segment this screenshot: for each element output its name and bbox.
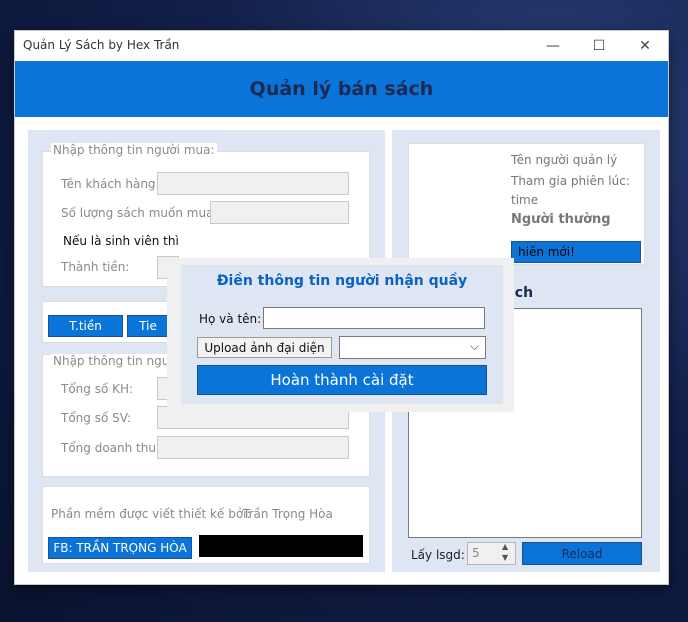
app-window: Quản Lý Sách by Hex Trần — ☐ ✕ Quản lý b… <box>14 30 669 585</box>
page-title: Quản lý bán sách <box>249 78 434 100</box>
history-count-stepper[interactable]: 5 ▲ ▼ <box>467 542 516 565</box>
upload-avatar-button[interactable]: Upload ảnh đại diện <box>197 337 332 358</box>
total-customers-label: Tổng số KH: <box>61 382 134 396</box>
customer-label: Tên khách hàng: <box>61 177 160 191</box>
session-time: time <box>511 193 539 207</box>
minimize-button[interactable]: — <box>530 31 576 61</box>
dialog-select[interactable]: ⌵ <box>339 336 486 359</box>
calc-total-button[interactable]: T.tiền <box>48 315 123 337</box>
customer-input[interactable] <box>157 172 349 195</box>
chevron-down-icon: ⌵ <box>470 339 480 353</box>
window-title: Quản Lý Sách by Hex Trần <box>23 38 180 52</box>
quantity-label: Số lượng sách muốn mua: <box>61 206 218 220</box>
receiver-dialog: Điền thông tin người nhận quầy Họ và tên… <box>167 258 514 412</box>
total-label: Thành tiền: <box>61 260 130 274</box>
minimize-icon: — <box>546 38 560 54</box>
buyer-legend: Nhập thông tin người mua: <box>51 143 217 157</box>
facebook-button[interactable]: FB: TRẦN TRỌNG HÒA <box>48 537 192 559</box>
app-header: Quản lý bán sách <box>15 61 668 117</box>
dialog-name-input[interactable] <box>263 307 485 329</box>
author-label: Phần mềm được viết thiết kế bởi: <box>51 507 251 521</box>
total-students-label: Tổng số SV: <box>61 411 132 425</box>
chevron-down-icon[interactable]: ▼ <box>502 553 508 562</box>
session-label: Tham gia phiên lúc: <box>511 174 630 188</box>
maximize-icon: ☐ <box>592 38 606 54</box>
chevron-up-icon[interactable]: ▲ <box>502 542 508 551</box>
manager-name-label: Tên người quản lý <box>511 153 618 167</box>
finish-setup-button[interactable]: Hoàn thành cài đặt <box>197 365 487 395</box>
history-count-value: 5 <box>472 546 480 560</box>
title-bar: Quản Lý Sách by Hex Trần — ☐ ✕ <box>15 31 668 61</box>
new-session-button[interactable]: hiên mới! <box>511 241 641 263</box>
close-icon: ✕ <box>639 38 651 54</box>
stats-legend: Nhập thông tin người <box>51 354 183 368</box>
maximize-button[interactable]: ☐ <box>576 31 622 61</box>
black-panel <box>199 535 363 557</box>
footer-group: Phần mềm được viết thiết kế bởi: Trần Tr… <box>42 486 370 564</box>
total-revenue-label: Tổng doanh thu: <box>61 441 161 455</box>
history-count-label: Lấy lsgd: <box>411 548 465 562</box>
author-name: Trần Trọng Hòa <box>243 507 333 521</box>
secondary-action-button[interactable]: Tie <box>127 315 169 337</box>
total-revenue-output <box>157 436 349 459</box>
role-label: Người thường <box>511 212 611 227</box>
receiver-dialog-body: Điền thông tin người nhận quầy Họ và tên… <box>181 265 503 404</box>
quantity-input[interactable] <box>210 201 349 224</box>
reload-button[interactable]: Reload <box>522 542 642 565</box>
client-area: Nhập thông tin người mua: Tên khách hàng… <box>15 117 668 584</box>
dialog-title: Điền thông tin người nhận quầy <box>216 273 468 289</box>
dialog-name-label: Họ và tên: <box>199 312 262 326</box>
close-button[interactable]: ✕ <box>622 31 668 61</box>
student-checkbox-label[interactable]: Nếu là sinh viên thì <box>63 234 179 248</box>
manager-group: Tên người quản lý Tham gia phiên lúc: ti… <box>408 143 645 265</box>
